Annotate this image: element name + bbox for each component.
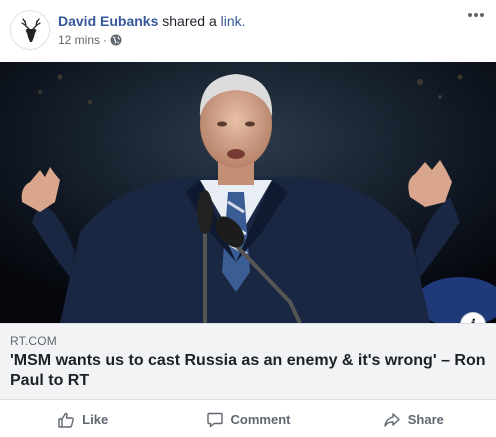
post-header: David Eubanks shared a link. 12 mins · bbox=[0, 0, 496, 62]
author-name[interactable]: David Eubanks bbox=[58, 13, 158, 29]
globe-icon[interactable] bbox=[110, 34, 122, 46]
timestamp[interactable]: 12 mins bbox=[58, 32, 100, 48]
more-options-icon[interactable] bbox=[466, 8, 486, 22]
share-arrow-icon bbox=[384, 412, 400, 427]
comment-icon bbox=[206, 412, 223, 427]
like-label: Like bbox=[82, 412, 109, 427]
like-button[interactable]: Like bbox=[0, 402, 165, 437]
shared-text: shared a bbox=[162, 13, 217, 29]
link-headline[interactable]: 'MSM wants us to cast Russia as an enemy… bbox=[10, 351, 490, 391]
speaker-photo bbox=[0, 62, 496, 323]
link-domain: RT.COM bbox=[10, 334, 57, 348]
share-label: Share bbox=[407, 412, 444, 427]
post-meta: 12 mins · bbox=[58, 32, 122, 48]
author-avatar[interactable] bbox=[10, 10, 50, 50]
thumbs-up-icon bbox=[58, 412, 74, 428]
shared-link[interactable]: link. bbox=[221, 13, 246, 29]
deer-logo-icon bbox=[21, 18, 41, 42]
author-line: David Eubanks shared a link. bbox=[58, 12, 246, 30]
link-preview-caption[interactable]: RT.COM 'MSM wants us to cast Russia as a… bbox=[0, 323, 496, 400]
comment-button[interactable]: Comment bbox=[165, 402, 330, 437]
share-button[interactable]: Share bbox=[331, 402, 496, 437]
meta-separator: · bbox=[103, 33, 108, 47]
post-actions-bar: Like Comment Share bbox=[0, 402, 496, 437]
comment-label: Comment bbox=[230, 412, 291, 427]
link-preview-image[interactable] bbox=[0, 62, 496, 323]
